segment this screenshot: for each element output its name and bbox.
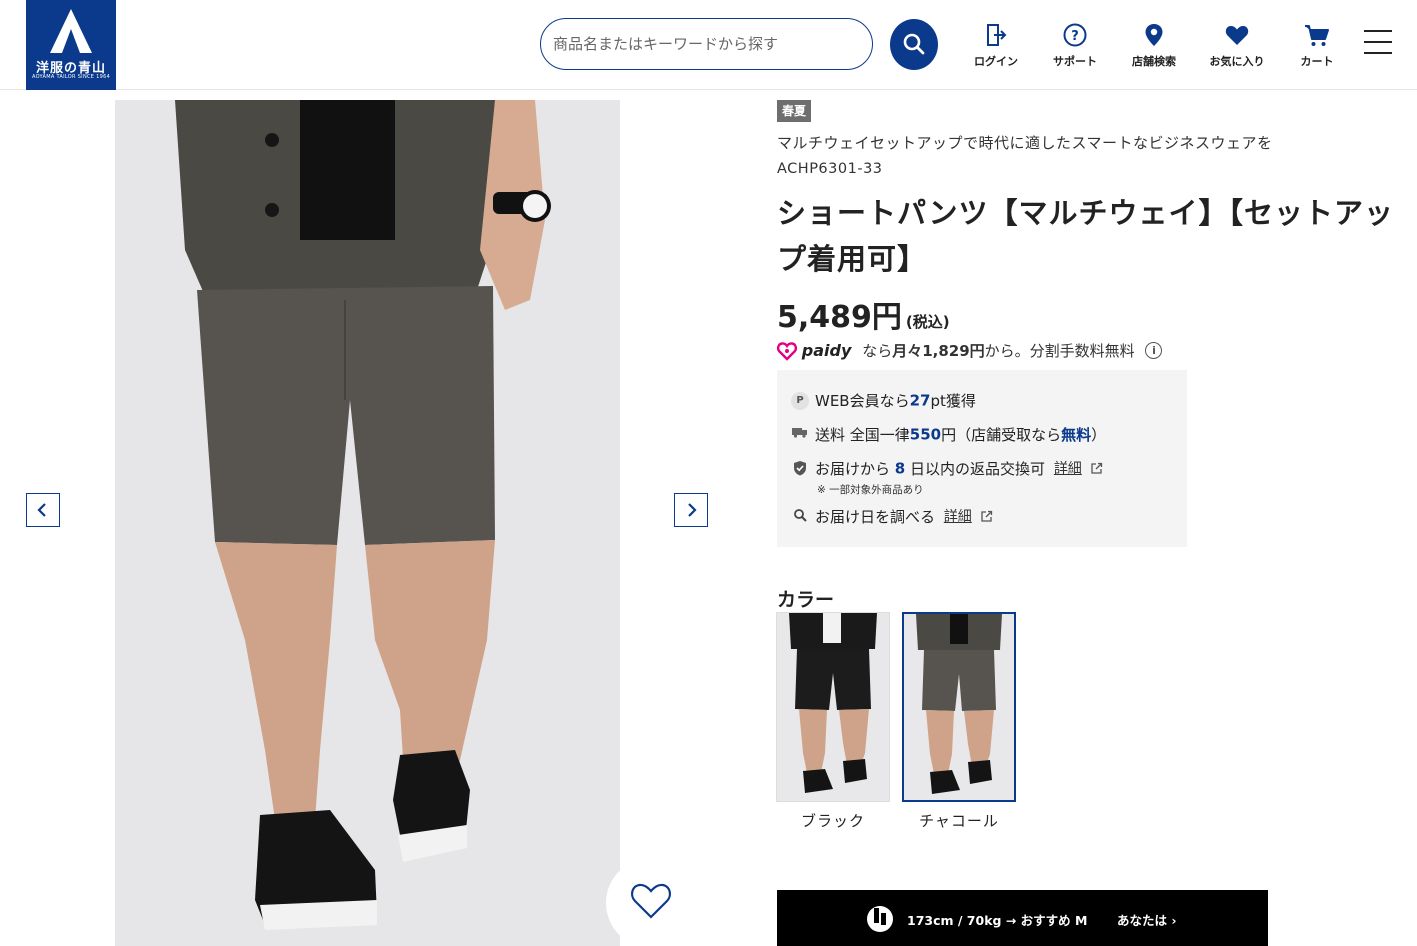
product-catch-copy: マルチウェイセットアップで時代に適したスマートなビジネスウェアを <box>777 134 1273 152</box>
price-tax-label: (税込) <box>905 313 950 331</box>
site-header: 洋服の青山 AOYAMA TAILOR SINCE 1964 ログイン ? サポ… <box>0 0 1417 90</box>
shipping-value: 550 <box>909 425 942 444</box>
color-heading: カラー <box>777 589 835 611</box>
truck-icon <box>791 426 809 444</box>
site-logo[interactable]: 洋服の青山 AOYAMA TAILOR SINCE 1964 <box>26 0 116 90</box>
return-suffix: 日以内の返品交換可 <box>910 460 1046 478</box>
help-icon: ? <box>1063 23 1087 47</box>
external-link-icon <box>980 510 992 522</box>
benefit-return: お届けから 8 日以内の返品交換可 詳細 <box>791 458 1103 479</box>
paidy-installment: paidy なら月々1,829円から。分割手数料無料 i <box>777 340 1163 362</box>
benefit-points: P WEB会員なら27pt獲得 <box>791 390 976 411</box>
benefit-shipping: 送料 全国一律550円（店舗受取なら無料） <box>791 424 1106 445</box>
product-main-image[interactable] <box>115 100 620 946</box>
location-pin-icon <box>1145 24 1163 46</box>
swatch-black-photo <box>777 613 889 801</box>
points-value: 27 <box>909 391 931 410</box>
points-prefix: WEB会員なら <box>815 392 910 410</box>
mountain-logo-icon <box>50 9 92 53</box>
size-logo-icon <box>867 906 893 932</box>
color-label-black: ブラック <box>800 812 865 830</box>
color-label-charcoal: チャコール <box>919 812 999 830</box>
search-input[interactable] <box>553 31 858 57</box>
add-favorite-button[interactable] <box>606 858 696 946</box>
nav-login-label: ログイン <box>974 55 1018 68</box>
shipping-mid: 円（店舗受取なら <box>941 426 1062 444</box>
price-value: 5,489円 <box>777 300 902 335</box>
shipping-prefix: 送料 全国一律 <box>815 426 910 444</box>
return-note: ※ 一部対象外商品あり <box>817 484 924 496</box>
info-icon[interactable]: i <box>1145 342 1163 359</box>
paidy-suffix: から。分割手数料無料 <box>984 342 1135 360</box>
delivery-text: お届け日を調べる <box>815 508 936 526</box>
paidy-prefix: なら <box>862 342 893 360</box>
login-icon <box>987 24 1007 46</box>
search-icon <box>903 33 925 55</box>
delivery-detail-link[interactable]: 詳細 <box>944 509 972 525</box>
nav-support[interactable]: ? サポート <box>1053 22 1097 72</box>
nav-support-label: サポート <box>1053 55 1097 68</box>
logo-subtext: AOYAMA TAILOR SINCE 1964 <box>31 74 111 80</box>
search-small-icon <box>791 508 809 526</box>
menu-hamburger-icon[interactable] <box>1364 30 1392 58</box>
points-icon: P <box>791 391 809 410</box>
product-price: 5,489円 (税込) <box>777 292 950 336</box>
benefits-box: P WEB会員なら27pt獲得 送料 全国一律550円（店舗受取なら無料） お届け… <box>777 370 1187 547</box>
svg-text:?: ? <box>1071 29 1079 44</box>
chevron-right-icon <box>688 503 697 517</box>
product-photo <box>115 100 620 946</box>
nav-cart-label: カート <box>1300 55 1334 68</box>
external-link-icon <box>1090 462 1102 474</box>
shipping-free: 無料 <box>1061 426 1092 444</box>
search-box <box>540 18 873 70</box>
size-recommend-text: 173cm / 70kg → おすすめ M <box>907 913 1088 928</box>
swatch-charcoal-photo <box>904 614 1014 800</box>
shipping-suffix: ） <box>1091 426 1107 444</box>
season-badge: 春夏 <box>777 100 812 122</box>
color-swatch-charcoal[interactable] <box>902 612 1016 802</box>
paidy-brand: paidy <box>801 341 852 360</box>
search-button[interactable] <box>890 19 938 70</box>
gallery-prev-button[interactable] <box>26 493 60 527</box>
nav-login[interactable]: ログイン <box>974 22 1018 72</box>
paidy-monthly: 月々1,829円 <box>892 342 985 360</box>
paidy-logo-icon <box>777 341 797 361</box>
cart-icon <box>1305 25 1329 46</box>
nav-favorites[interactable]: お気に入り <box>1210 22 1265 72</box>
nav-store-label: 店舗検索 <box>1132 55 1176 68</box>
return-prefix: お届けから <box>815 460 891 478</box>
chevron-left-icon <box>37 503 46 517</box>
size-you-link[interactable]: あなたは › <box>1117 910 1177 929</box>
heart-outline-icon <box>631 883 671 919</box>
nav-cart[interactable]: カート <box>1296 22 1338 72</box>
product-code: ACHP6301-33 <box>777 161 883 177</box>
color-swatch-black[interactable] <box>776 612 890 802</box>
nav-favorites-label: お気に入り <box>1209 55 1265 68</box>
size-recommendation-bar[interactable]: 173cm / 70kg → おすすめ M あなたは › <box>777 890 1268 946</box>
return-detail-link[interactable]: 詳細 <box>1054 461 1082 477</box>
gallery-next-button[interactable] <box>674 493 708 527</box>
points-suffix: pt獲得 <box>930 392 976 410</box>
nav-store-search[interactable]: 店舗検索 <box>1132 22 1176 72</box>
return-days: 8 <box>894 459 906 478</box>
shield-icon <box>791 460 809 478</box>
benefit-delivery: お届け日を調べる 詳細 <box>791 506 993 527</box>
heart-icon <box>1225 25 1249 45</box>
product-title: ショートパンツ【マルチウェイ】【セットアップ着用可】 <box>777 196 1394 276</box>
